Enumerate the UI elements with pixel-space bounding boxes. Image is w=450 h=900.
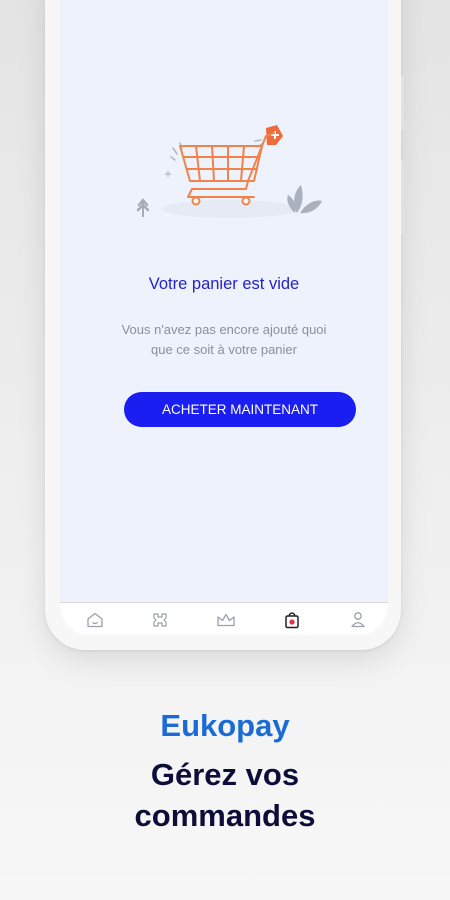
nav-item-home[interactable] (84, 609, 106, 631)
categories-icon (153, 613, 167, 627)
phone-screen: Votre panier est vide Vous n'avez pas en… (60, 0, 388, 635)
plant-icon (136, 198, 150, 217)
phone-mockup: Votre panier est vide Vous n'avez pas en… (45, 0, 404, 650)
crown-icon (217, 613, 235, 627)
tagline-line: commandes (134, 798, 316, 833)
nav-item-profile[interactable] (347, 609, 369, 631)
nav-item-deals[interactable] (215, 609, 237, 631)
tagline: Gérez vos commandes (0, 754, 450, 836)
leaf-icon (287, 185, 322, 214)
shopping-cart-icon (179, 132, 275, 206)
phone-side-button (401, 160, 404, 235)
price-tag-icon (254, 125, 283, 148)
home-icon (87, 612, 103, 628)
phone-side-button (401, 75, 404, 130)
empty-cart-description: Vous n'avez pas encore ajouté quoi que c… (90, 320, 358, 360)
nav-item-cart[interactable] (281, 609, 303, 631)
buy-now-button[interactable]: ACHETER MAINTENANT (124, 392, 356, 427)
tagline-line: Gérez vos (150, 757, 300, 792)
empty-cart-description-line: que ce soit à votre panier (151, 342, 297, 357)
empty-cart-description-line: Vous n'avez pas encore ajouté quoi (121, 322, 327, 337)
nav-item-categories[interactable] (149, 609, 171, 631)
bottom-navigation (60, 602, 388, 635)
empty-cart-illustration (136, 125, 322, 218)
brand-name: Eukopay (160, 708, 290, 743)
shopping-bag-icon (285, 612, 299, 629)
empty-cart-title: Votre panier est vide (148, 275, 300, 293)
cart-screen: Votre panier est vide Vous n'avez pas en… (60, 0, 388, 602)
user-icon (351, 612, 365, 628)
